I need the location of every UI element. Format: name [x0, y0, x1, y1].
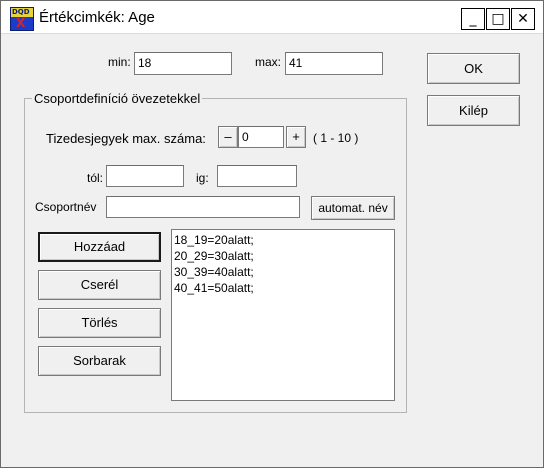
add-button[interactable]: Hozzáad [38, 232, 161, 262]
delete-button-label: Törlés [81, 315, 118, 330]
list-item[interactable]: 20_29=30alatt; [174, 248, 392, 264]
exit-button-label: Kilép [459, 103, 488, 118]
min-field[interactable]: 18 [134, 52, 232, 75]
value-labels-dialog: DQD X Értékcimkék: Age _ □ ✕ min: 18 max… [0, 0, 544, 468]
decimals-increment-button[interactable]: + [286, 126, 306, 148]
minimize-button[interactable]: _ [461, 8, 485, 30]
max-field[interactable]: 41 [285, 52, 383, 75]
decimals-range-hint: ( 1 - 10 ) [313, 131, 359, 145]
close-icon: ✕ [517, 11, 529, 27]
ok-button[interactable]: OK [427, 53, 520, 84]
title-bar[interactable]: DQD X Értékcimkék: Age _ □ ✕ [1, 1, 543, 34]
delete-button[interactable]: Törlés [38, 308, 161, 338]
group-definition-title: Csoportdefiníció övezetekkel [32, 91, 203, 106]
decimals-decrement-button[interactable]: – [218, 126, 238, 148]
window-title: Értékcimkék: Age [39, 9, 155, 26]
list-item[interactable]: 30_39=40alatt; [174, 264, 392, 280]
plus-icon: + [292, 129, 300, 144]
from-field[interactable] [106, 165, 184, 187]
ok-button-label: OK [464, 61, 483, 76]
auto-name-button-label: automat. név [318, 201, 388, 215]
to-label: ig: [196, 171, 209, 185]
group-list[interactable]: 18_19=20alatt; 20_29=30alatt; 30_39=40al… [171, 229, 395, 401]
maximize-icon: □ [491, 11, 505, 27]
sort-button-label: Sorbarak [73, 353, 126, 368]
decimals-label: Tizedesjegyek max. száma: [46, 131, 206, 146]
decimals-field[interactable]: 0 [238, 126, 284, 148]
close-button[interactable]: ✕ [511, 8, 535, 30]
exit-button[interactable]: Kilép [427, 95, 520, 126]
maximize-button[interactable]: □ [486, 8, 510, 30]
group-name-field[interactable] [106, 196, 300, 218]
list-item[interactable]: 18_19=20alatt; [174, 232, 392, 248]
min-label: min: [108, 55, 131, 69]
minimize-icon: _ [469, 11, 477, 27]
minus-icon: – [224, 129, 232, 144]
replace-button[interactable]: Cserél [38, 270, 161, 300]
replace-button-label: Cserél [80, 277, 119, 292]
sort-button[interactable]: Sorbarak [38, 346, 161, 376]
add-button-label: Hozzáad [73, 239, 126, 254]
list-item[interactable]: 40_41=50alatt; [174, 280, 392, 296]
from-label: tól: [87, 171, 104, 185]
auto-name-button[interactable]: automat. név [311, 196, 395, 220]
app-icon-mark: X [16, 16, 26, 30]
app-icon[interactable]: DQD X [10, 7, 34, 31]
group-name-label: Csoportnév [35, 200, 97, 214]
to-field[interactable] [217, 165, 297, 187]
max-label: max: [255, 55, 282, 69]
